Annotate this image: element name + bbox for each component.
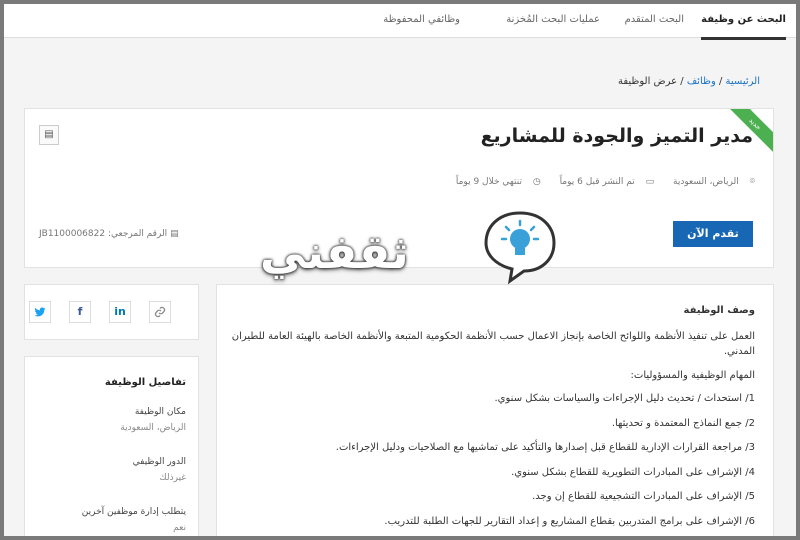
duty-item: 4/ الإشراف على المبادرات التطويرية للقطا…	[511, 466, 755, 478]
expiry-meta: ◷ تنتهي خلال 9 يوماً	[448, 177, 541, 187]
detail-value: نعم	[173, 523, 186, 533]
job-location: الرياض، السعودية	[673, 177, 739, 187]
breadcrumb-home[interactable]: الرئيسية	[726, 76, 760, 87]
description-heading: وصف الوظيفة	[683, 305, 755, 316]
calendar-icon: ▭	[645, 177, 655, 187]
top-navigation: البحث عن وظيفة البحث المتقدم عمليات البح…	[4, 4, 796, 40]
print-icon[interactable]: ▤	[39, 125, 59, 145]
tab-saved-searches[interactable]: عمليات البحث المُخزنة	[506, 14, 600, 25]
duty-item: 5/ الإشراف على المبادرات التشجيعية للقطا…	[532, 491, 755, 502]
watermark-text: ثقفني	[260, 225, 409, 279]
job-meta: ⌾ الرياض، السعودية ▭ تم النشر قبل 6 يوما…	[440, 177, 755, 187]
tab-advanced-search[interactable]: البحث المتقدم	[625, 14, 684, 25]
detail-label: الدور الوظيفي	[132, 457, 186, 467]
detail-label: مكان الوظيفة	[134, 407, 186, 417]
duty-item: 1/ استحداث / تحديث دليل الإجراءات والسيا…	[494, 393, 756, 404]
location-pin-icon: ⌾	[749, 177, 755, 187]
apply-now-button[interactable]: تقدم الآن	[673, 221, 753, 247]
posted-date: تم النشر قبل 6 يوماً	[559, 177, 635, 187]
detail-label: يتطلب إدارة موظفين آخرين	[81, 507, 186, 517]
reference-label: الرقم المرجعي:	[107, 229, 168, 239]
expiry-date: تنتهي خلال 9 يوماً	[455, 177, 522, 187]
posted-meta: ▭ تم النشر قبل 6 يوماً	[552, 177, 655, 187]
detail-value: غيرذلك	[159, 473, 186, 483]
breadcrumb: الرئيسية / وظائف / عرض الوظيفة	[618, 76, 760, 87]
breadcrumb-current: عرض الوظيفة	[617, 76, 678, 87]
tab-job-search[interactable]: البحث عن وظيفة	[701, 14, 786, 25]
lightbulb-bubble-icon	[484, 211, 556, 285]
duty-item: 6/ الإشراف على برامج المتدربين بقطاع الم…	[384, 515, 755, 527]
job-details-card: تفاصيل الوظيفة مكان الوظيفة الرياض، السع…	[24, 356, 199, 540]
location-meta: ⌾ الرياض، السعودية	[665, 177, 755, 187]
duty-item: 2/ جمع النماذج المعتمدة و تحديثها.	[611, 417, 755, 429]
breadcrumb-separator: /	[677, 76, 687, 87]
duty-item: 3/ مراجعة القرارات الإدارية للقطاع قبل إ…	[335, 442, 755, 453]
share-card: f in	[24, 284, 199, 340]
breadcrumb-separator: /	[715, 76, 726, 87]
tab-saved-jobs[interactable]: وظائفي المحفوظة	[383, 14, 460, 25]
linkedin-icon[interactable]: in	[109, 301, 131, 323]
twitter-icon[interactable]	[29, 301, 51, 323]
active-tab-indicator	[701, 37, 786, 40]
facebook-icon[interactable]: f	[69, 301, 91, 323]
document-icon: ▤	[170, 229, 179, 239]
link-icon[interactable]	[149, 301, 171, 323]
watermark-logo: ثقفني	[260, 205, 560, 295]
job-title: مدير التميز والجودة للمشاريع	[480, 125, 753, 147]
duties-heading: المهام الوظيفية والمسؤوليات:	[630, 369, 755, 381]
clock-icon: ◷	[532, 177, 541, 187]
job-description-card: وصف الوظيفة العمل على تنفيذ الأنظمة والل…	[216, 284, 774, 540]
description-intro: العمل على تنفيذ الأنظمة واللوائح الخاصة …	[231, 330, 755, 358]
detail-value: الرياض، السعودية	[120, 423, 186, 433]
reference-number: ▤ الرقم المرجعي: JB1100006822	[39, 229, 179, 239]
breadcrumb-jobs[interactable]: وظائف	[687, 76, 716, 87]
reference-value: JB1100006822	[39, 229, 106, 239]
details-title: تفاصيل الوظيفة	[104, 377, 186, 388]
